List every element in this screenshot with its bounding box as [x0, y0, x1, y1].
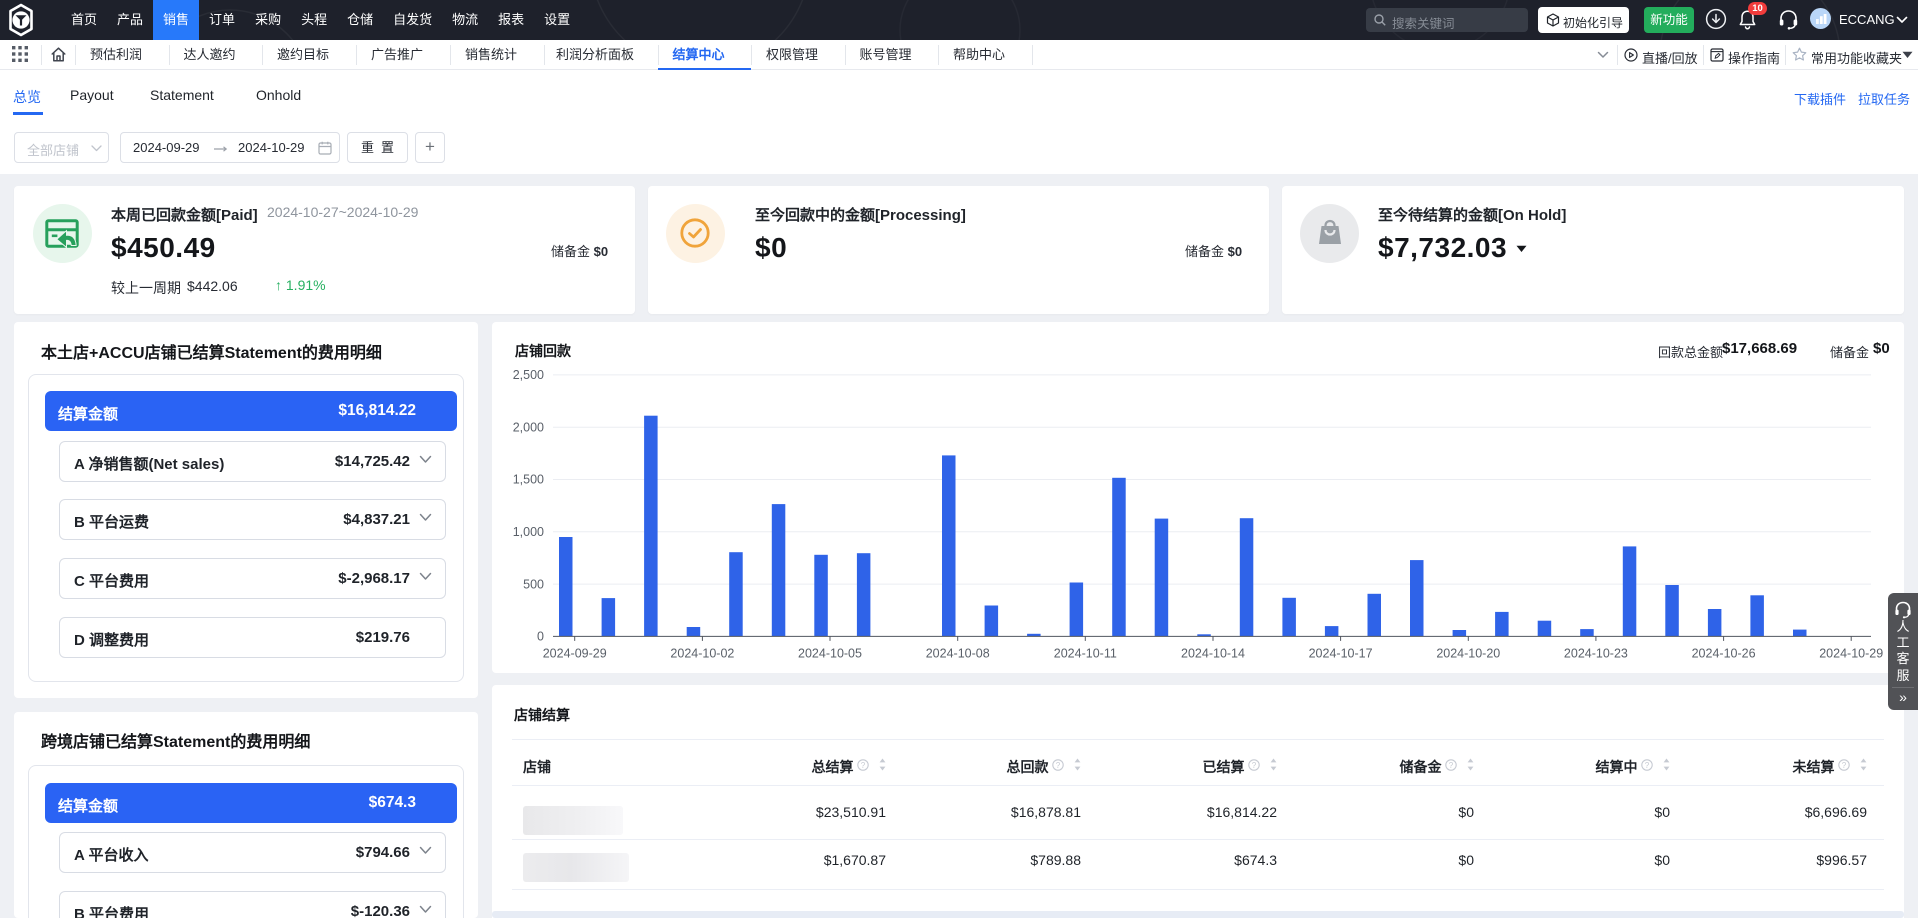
svg-text:?: ?: [860, 761, 865, 770]
svg-text:0: 0: [537, 630, 544, 644]
svg-text:?: ?: [1644, 761, 1649, 770]
svg-text:2024-10-02: 2024-10-02: [670, 646, 734, 660]
svg-text:1,500: 1,500: [513, 473, 544, 487]
svg-text:1,000: 1,000: [513, 525, 544, 539]
svg-text:500: 500: [523, 577, 544, 591]
svg-text:2,500: 2,500: [513, 368, 544, 382]
svg-text:2024-10-08: 2024-10-08: [926, 646, 990, 660]
svg-text:?: ?: [1448, 761, 1453, 770]
svg-text:2024-10-29: 2024-10-29: [1819, 646, 1883, 660]
svg-text:2024-10-26: 2024-10-26: [1692, 646, 1756, 660]
svg-text:2024-10-14: 2024-10-14: [1181, 646, 1245, 660]
svg-text:?: ?: [1251, 761, 1256, 770]
svg-text:2024-10-17: 2024-10-17: [1309, 646, 1373, 660]
svg-text:2024-10-11: 2024-10-11: [1054, 646, 1117, 660]
svg-text:?: ?: [1055, 761, 1060, 770]
svg-text:2024-10-20: 2024-10-20: [1436, 646, 1500, 660]
svg-text:2024-09-29: 2024-09-29: [543, 646, 607, 660]
svg-text:2024-10-23: 2024-10-23: [1564, 646, 1628, 660]
svg-text:2024-10-05: 2024-10-05: [798, 646, 862, 660]
svg-text:2,000: 2,000: [513, 420, 544, 434]
svg-text:?: ?: [1841, 761, 1846, 770]
